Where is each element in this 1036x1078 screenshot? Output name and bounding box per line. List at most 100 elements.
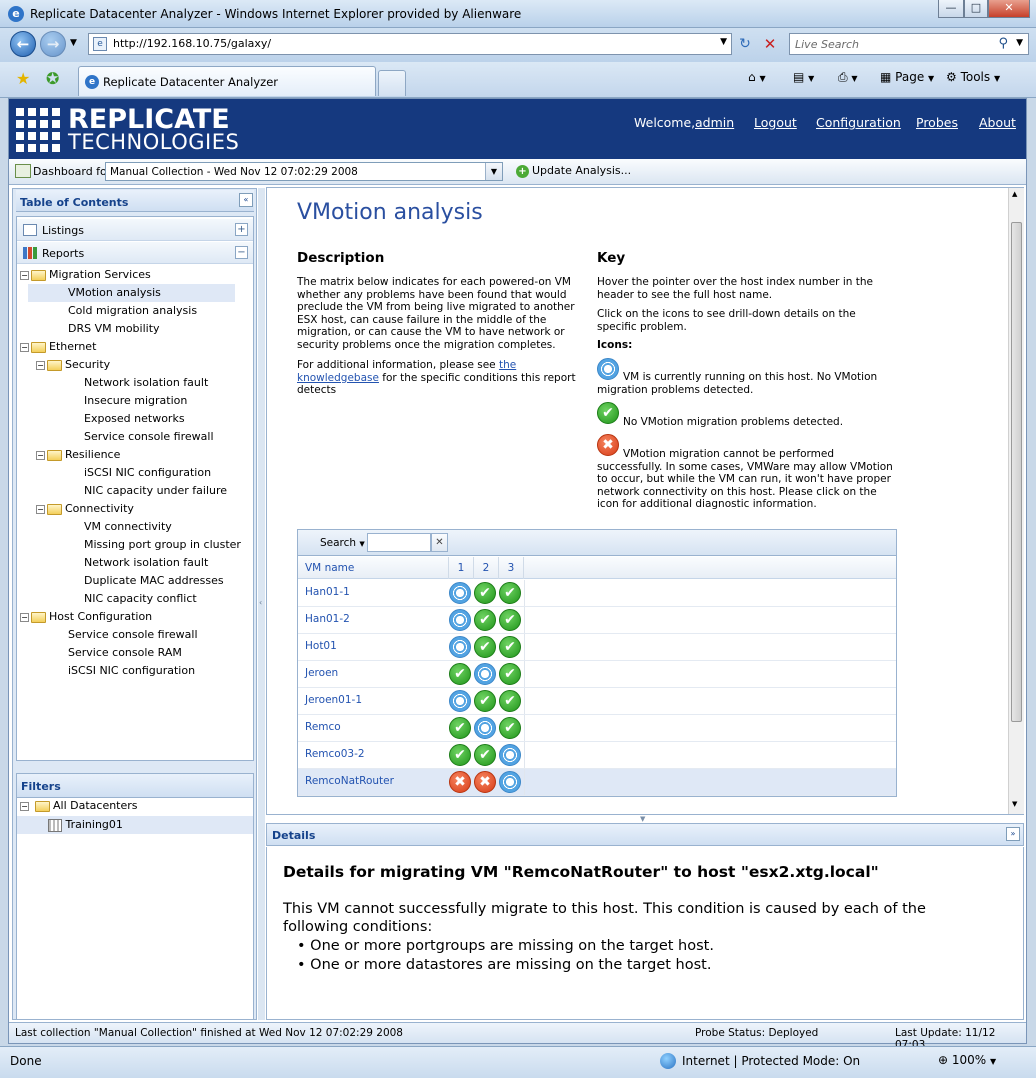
- main-scrollbar[interactable]: ▲ ▼: [1008, 188, 1024, 814]
- migration-ok-icon[interactable]: ✔: [499, 690, 521, 712]
- tree-node-label[interactable]: VMotion analysis: [68, 286, 161, 299]
- address-bar[interactable]: e http://192.168.10.75/galaxy/ ▼: [88, 33, 732, 55]
- tree-node-label[interactable]: NIC capacity under failure: [84, 484, 227, 497]
- migration-ok-icon[interactable]: ✔: [449, 717, 471, 739]
- search-dropdown-icon[interactable]: ▼: [1016, 38, 1023, 48]
- tree-node[interactable]: − Security: [36, 356, 110, 374]
- migration-ok-icon[interactable]: ✔: [474, 690, 496, 712]
- scroll-up-icon[interactable]: ▲: [1012, 190, 1017, 198]
- tree-node[interactable]: VMotion analysis: [68, 284, 161, 302]
- resize-handle-icon[interactable]: ▼: [640, 815, 645, 823]
- vm-running-icon[interactable]: [474, 717, 496, 739]
- listings-accordion[interactable]: Listings +: [17, 219, 253, 241]
- tab-replicate-datacenter-analyzer[interactable]: e Replicate Datacenter Analyzer: [78, 66, 376, 96]
- filter-label[interactable]: All Datacenters: [53, 799, 138, 812]
- tree-node[interactable]: Exposed networks: [84, 410, 185, 428]
- tree-node-label[interactable]: Resilience: [65, 448, 120, 461]
- tree-node-label[interactable]: Host Configuration: [49, 610, 152, 623]
- vm-running-icon[interactable]: [449, 609, 471, 631]
- migration-ok-icon[interactable]: ✔: [499, 609, 521, 631]
- url-text[interactable]: http://192.168.10.75/galaxy/: [113, 37, 271, 50]
- tree-node-label[interactable]: iSCSI NIC configuration: [84, 466, 211, 479]
- tree-node-label[interactable]: VM connectivity: [84, 520, 172, 533]
- search-icon[interactable]: ⚲: [998, 36, 1008, 51]
- table-row[interactable]: Remco03-2 ✔ ✔: [298, 742, 896, 769]
- migration-ok-icon[interactable]: ✔: [499, 663, 521, 685]
- tree-node[interactable]: − Host Configuration: [20, 608, 152, 626]
- tree-node[interactable]: NIC capacity conflict: [84, 590, 197, 608]
- minimize-button[interactable]: —: [938, 0, 964, 18]
- user-admin-link[interactable]: admin: [695, 115, 734, 130]
- tree-node[interactable]: DRS VM mobility: [68, 320, 160, 338]
- dashboard-selected-value[interactable]: Manual Collection - Wed Nov 12 07:02:29 …: [110, 166, 358, 178]
- probes-link[interactable]: Probes: [916, 115, 958, 130]
- clear-search-icon[interactable]: ✕: [431, 533, 448, 552]
- tree-node[interactable]: VM connectivity: [84, 518, 172, 536]
- reports-accordion[interactable]: Reports −: [17, 242, 253, 264]
- migration-ok-icon[interactable]: ✔: [499, 636, 521, 658]
- table-row[interactable]: RemcoNatRouter ✖ ✖: [298, 769, 896, 796]
- filter-label[interactable]: Training01: [66, 818, 123, 831]
- table-row[interactable]: Jeroen ✔ ✔: [298, 661, 896, 688]
- zoom-control[interactable]: ⊕ 100% ▼: [938, 1053, 996, 1067]
- chevron-down-icon[interactable]: ▼: [485, 163, 502, 180]
- migration-ok-icon[interactable]: ✔: [474, 582, 496, 604]
- tree-node[interactable]: − Ethernet: [20, 338, 96, 356]
- collapse-icon[interactable]: −: [235, 246, 248, 259]
- collapse-node-icon[interactable]: −: [20, 270, 29, 280]
- col-host-3[interactable]: 3: [499, 557, 524, 579]
- update-analysis-button[interactable]: + Update Analysis...: [516, 164, 631, 178]
- close-window-button[interactable]: ✕: [988, 0, 1030, 18]
- tree-node-label[interactable]: Service console RAM: [68, 646, 182, 659]
- migration-ok-icon[interactable]: ✔: [449, 744, 471, 766]
- tree-node-label[interactable]: Migration Services: [49, 268, 151, 281]
- tree-node[interactable]: Service console firewall: [84, 428, 214, 446]
- vm-running-icon[interactable]: [449, 582, 471, 604]
- tree-node[interactable]: Duplicate MAC addresses: [84, 572, 224, 590]
- filter-training01[interactable]: Training01: [48, 816, 123, 834]
- vm-running-icon[interactable]: [449, 690, 471, 712]
- tree-node-label[interactable]: Service console firewall: [84, 430, 214, 443]
- grid-search-input[interactable]: [367, 533, 431, 552]
- collapse-details-icon[interactable]: »: [1006, 827, 1020, 841]
- new-tab-button[interactable]: [378, 70, 406, 96]
- back-button[interactable]: ←: [10, 31, 36, 57]
- col-host-2[interactable]: 2: [474, 557, 499, 579]
- tree-node-label[interactable]: Network isolation fault: [84, 556, 208, 569]
- reports-label[interactable]: Reports: [42, 247, 84, 260]
- tree-node[interactable]: Missing port group in cluster: [84, 536, 241, 554]
- collapse-node-icon[interactable]: −: [20, 612, 29, 622]
- tree-node-label[interactable]: Duplicate MAC addresses: [84, 574, 224, 587]
- history-dropdown-icon[interactable]: ▼: [70, 38, 77, 48]
- tree-node-label[interactable]: Network isolation fault: [84, 376, 208, 389]
- favorites-star-icon[interactable]: ★: [16, 69, 30, 88]
- table-row[interactable]: Hot01 ✔ ✔: [298, 634, 896, 661]
- tree-node-label[interactable]: Exposed networks: [84, 412, 185, 425]
- table-row[interactable]: Han01-2 ✔ ✔: [298, 607, 896, 634]
- tools-menu-label[interactable]: Tools: [961, 70, 991, 84]
- zoom-level[interactable]: 100%: [952, 1053, 986, 1067]
- tree-node-label[interactable]: Cold migration analysis: [68, 304, 197, 317]
- filter-all-datacenters[interactable]: − All Datacenters: [20, 797, 138, 815]
- vm-running-icon[interactable]: [449, 636, 471, 658]
- table-row[interactable]: Remco ✔ ✔: [298, 715, 896, 742]
- collapse-node-icon[interactable]: −: [36, 450, 45, 460]
- tree-node[interactable]: NIC capacity under failure: [84, 482, 227, 500]
- col-host-1[interactable]: 1: [449, 557, 474, 579]
- search-menu-label[interactable]: Search: [320, 537, 356, 549]
- scroll-down-icon[interactable]: ▼: [1012, 800, 1017, 808]
- tree-node[interactable]: − Resilience: [36, 446, 120, 464]
- configuration-link[interactable]: Configuration: [816, 115, 901, 130]
- migration-ok-icon[interactable]: ✔: [474, 609, 496, 631]
- tree-node[interactable]: Service console RAM: [68, 644, 182, 662]
- tree-node[interactable]: Insecure migration: [84, 392, 187, 410]
- migration-ok-icon[interactable]: ✔: [499, 717, 521, 739]
- maximize-button[interactable]: □: [964, 0, 988, 18]
- vm-running-icon[interactable]: [474, 663, 496, 685]
- tree-node-label[interactable]: iSCSI NIC configuration: [68, 664, 195, 677]
- collapse-left-icon[interactable]: «: [239, 193, 253, 207]
- tree-node[interactable]: − Migration Services: [20, 266, 151, 284]
- tree-node-label[interactable]: Missing port group in cluster: [84, 538, 241, 551]
- tab-title[interactable]: Replicate Datacenter Analyzer: [103, 75, 278, 89]
- forward-button[interactable]: →: [40, 31, 66, 57]
